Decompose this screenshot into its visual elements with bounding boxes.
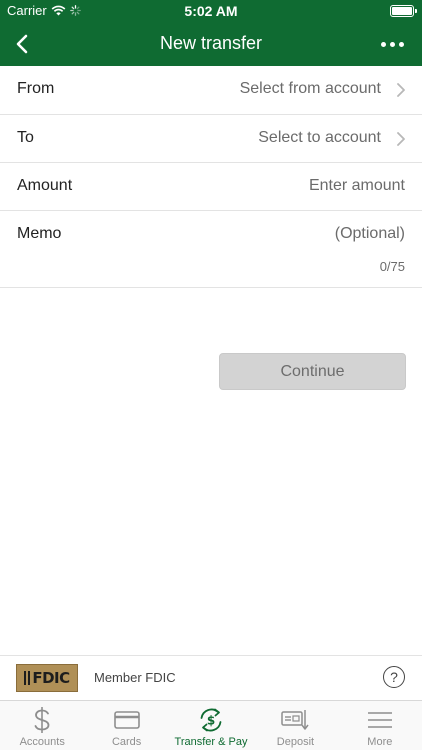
- from-account-row[interactable]: From Select from account: [0, 66, 422, 115]
- fdic-logo-text: FDIC: [32, 669, 70, 687]
- svg-text:$: $: [207, 714, 215, 728]
- memo-row: Memo (Optional) 0/75: [0, 211, 422, 288]
- ellipsis-dot: [398, 41, 404, 47]
- tab-label: Accounts: [19, 736, 65, 748]
- fdic-logo-mark: [24, 671, 31, 685]
- memo-label: Memo: [17, 225, 62, 242]
- tab-label: Transfer & Pay: [174, 736, 248, 748]
- from-label: From: [17, 80, 55, 97]
- help-button[interactable]: ?: [383, 666, 405, 688]
- dollar-icon: [27, 706, 57, 734]
- fdic-logo: FDIC: [16, 664, 78, 692]
- tab-label: More: [367, 736, 393, 748]
- tab-label: Deposit: [276, 736, 315, 748]
- status-bar: Carrier 5:02 AM: [0, 0, 422, 22]
- tab-bar: Accounts Cards $ Transfer & Pay Deposit …: [0, 700, 422, 750]
- navigation-bar: New transfer: [0, 22, 422, 66]
- amount-label: Amount: [17, 177, 73, 194]
- check-deposit-icon: [280, 706, 310, 734]
- battery-icon: [390, 5, 417, 17]
- status-time: 5:02 AM: [184, 3, 238, 19]
- amount-input[interactable]: Enter amount: [309, 177, 405, 195]
- tab-deposit[interactable]: Deposit: [253, 701, 337, 750]
- continue-button[interactable]: Continue: [219, 353, 406, 390]
- tab-cards[interactable]: Cards: [84, 701, 168, 750]
- page-title: New transfer: [159, 33, 263, 53]
- tab-more[interactable]: More: [338, 701, 422, 750]
- card-icon: [112, 706, 142, 734]
- transfer-pay-icon: $: [196, 706, 226, 734]
- ellipsis-icon: [380, 41, 386, 47]
- tab-label: Cards: [111, 736, 142, 748]
- to-label: To: [17, 129, 34, 146]
- chevron-right-icon: [397, 132, 405, 146]
- menu-icon: [365, 706, 395, 734]
- member-fdic-text: Member FDIC: [94, 670, 176, 685]
- from-account-select[interactable]: Select from account: [240, 80, 381, 98]
- amount-row: Amount Enter amount: [0, 163, 422, 211]
- tab-accounts[interactable]: Accounts: [0, 701, 84, 750]
- memo-character-counter: 0/75: [379, 259, 405, 274]
- tab-transfer-pay[interactable]: $ Transfer & Pay: [169, 701, 253, 750]
- chevron-right-icon: [397, 83, 405, 97]
- to-account-row[interactable]: To Select to account: [0, 115, 422, 163]
- more-options-button[interactable]: [376, 30, 408, 58]
- fdic-bar: FDIC Member FDIC ?: [0, 655, 422, 700]
- ellipsis-dot: [389, 41, 395, 47]
- memo-input[interactable]: (Optional): [335, 225, 405, 243]
- to-account-select[interactable]: Select to account: [258, 129, 381, 147]
